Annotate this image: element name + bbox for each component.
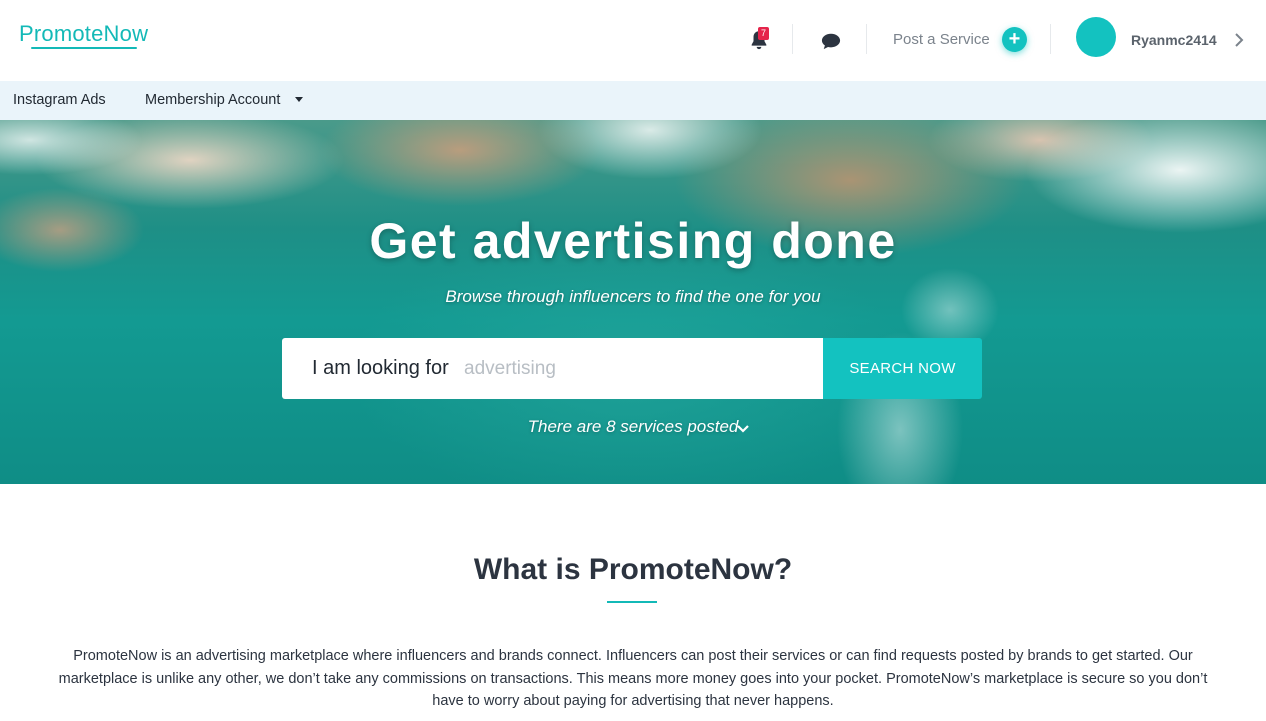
nav-item-instagram-ads[interactable]: Instagram Ads (13, 92, 106, 108)
hero-banner: Get advertising done Browse through infl… (0, 120, 1266, 484)
username[interactable]: Ryanmc2414 (1131, 32, 1217, 48)
divider (1050, 24, 1051, 54)
notification-badge: 7 (758, 27, 769, 40)
chat-icon[interactable] (820, 31, 842, 51)
search-prefix-label: I am looking for (312, 357, 449, 379)
avatar[interactable] (1076, 17, 1116, 57)
logo-underline (31, 47, 137, 49)
top-header: PromoteNow 7 Post a Service + Ryanmc2414 (0, 0, 1266, 81)
divider (866, 24, 867, 54)
about-paragraph: PromoteNow is an advertising marketplace… (58, 648, 1208, 709)
chevron-right-icon[interactable] (1233, 31, 1245, 49)
divider (792, 24, 793, 54)
hero-subtitle: Browse through influencers to find the o… (445, 287, 821, 306)
sub-navigation: Instagram Ads Membership Account (0, 81, 1266, 120)
chevron-down-icon[interactable] (736, 423, 750, 435)
search-box: I am looking for (282, 338, 823, 399)
caret-down-icon[interactable] (295, 97, 303, 102)
services-count-text[interactable]: There are 8 services posted (0, 417, 1266, 437)
logo[interactable]: PromoteNow (19, 21, 148, 47)
plus-icon[interactable]: + (1002, 27, 1027, 52)
search-now-button[interactable]: SEARCH NOW (823, 338, 982, 399)
about-heading: What is PromoteNow? (473, 553, 793, 586)
heading-divider (607, 601, 657, 603)
hero-title: Get advertising done (369, 213, 897, 269)
search-input[interactable] (464, 352, 804, 386)
post-service-link[interactable]: Post a Service (893, 31, 990, 48)
nav-item-membership-account[interactable]: Membership Account (145, 92, 280, 108)
